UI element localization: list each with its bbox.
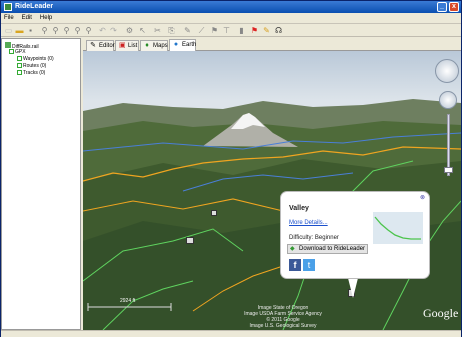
earth-view[interactable]: 2924 ft Image State of Oregon Image USDA…: [83, 51, 461, 330]
pencil-icon[interactable]: ✎: [183, 26, 192, 35]
list-icon: ▣: [119, 42, 126, 49]
tab-maps[interactable]: ♦ Maps: [140, 40, 168, 51]
zoom-slider-thumb[interactable]: [444, 167, 453, 173]
menu-file[interactable]: File: [1, 13, 17, 24]
red-flag-icon[interactable]: ⚑: [250, 26, 259, 35]
title-bar: RideLeader _ x: [1, 1, 461, 13]
attribution-line: Image U.S. Geological Survey: [249, 323, 317, 329]
tree-waypoints[interactable]: Waypoints (0): [17, 56, 54, 63]
more-details-link[interactable]: More Details...: [289, 220, 328, 226]
main-panel: ✎ Editor ▣ List ♦ Maps ● Earth 2924 ft I…: [83, 38, 461, 330]
tree-tracks[interactable]: Tracks (0): [17, 70, 45, 77]
pointer-icon[interactable]: ↖: [138, 26, 147, 35]
copy-icon[interactable]: ⎘: [167, 26, 176, 35]
redo-icon[interactable]: ↷: [109, 26, 118, 35]
tree-gpx[interactable]: GPX: [9, 49, 26, 56]
elevation-profile: [373, 212, 423, 244]
route-icon[interactable]: ⟋: [197, 26, 206, 35]
globe-icon: ●: [173, 41, 179, 48]
zoom-area-icon[interactable]: ⚲: [73, 26, 82, 35]
flag-icon[interactable]: ⚑: [210, 26, 219, 35]
window-title: RideLeader: [15, 3, 54, 10]
edit-icon[interactable]: ✎: [262, 26, 271, 35]
app-window: RideLeader _ x File Edit Help ▭ ▬ ▪ ⚲ ⚲ …: [0, 0, 462, 337]
toolbar: ▭ ▬ ▪ ⚲ ⚲ ⚲ ⚲ ⚲ ↶ ↷ ⚙ ↖ ✂ ⎘ ✎ ⟋ ⚑ ⊤ ▮ ⚑ …: [1, 24, 461, 37]
zoom-out-icon[interactable]: ⚲: [51, 26, 60, 35]
minimize-button[interactable]: _: [437, 2, 447, 12]
gear-icon[interactable]: ⚙: [125, 26, 134, 35]
pin-icon[interactable]: ⊤: [222, 26, 231, 35]
open-icon[interactable]: ▬: [15, 26, 24, 35]
tab-bar: ✎ Editor ▣ List ♦ Maps ● Earth: [83, 38, 461, 51]
tab-list[interactable]: ▣ List: [115, 40, 139, 51]
waypoint-marker[interactable]: [186, 237, 194, 244]
status-bar: [1, 330, 461, 337]
close-button[interactable]: x: [449, 2, 459, 12]
popup-tail: [348, 278, 358, 298]
download-button[interactable]: ◆ Download to RideLeader: [287, 244, 368, 254]
app-icon: [4, 3, 12, 11]
scale-label: 2924 ft: [120, 298, 136, 304]
zoom-in-icon[interactable]: ⚲: [40, 26, 49, 35]
google-logo: Google: [423, 306, 459, 320]
menu-help[interactable]: Help: [37, 13, 55, 24]
gem-icon: ◆: [290, 246, 295, 252]
waypoint-marker[interactable]: [211, 210, 217, 216]
zoom-fit-icon[interactable]: ⚲: [62, 26, 71, 35]
file-tree-panel: DiffRails.rail GPX Waypoints (0) Routes …: [1, 38, 81, 330]
facebook-icon[interactable]: f: [289, 259, 301, 271]
navigation-control[interactable]: [435, 59, 459, 83]
move-control[interactable]: [439, 91, 457, 109]
delete-icon[interactable]: ▮: [237, 26, 246, 35]
twitter-icon[interactable]: t: [303, 259, 315, 271]
save-icon[interactable]: ▪: [26, 26, 35, 35]
tab-editor[interactable]: ✎ Editor: [86, 40, 115, 51]
menu-bar: File Edit Help: [1, 13, 461, 24]
zoom-prev-icon[interactable]: ⚲: [84, 26, 93, 35]
difficulty-label: Difficulty: Beginner: [289, 235, 339, 241]
cut-icon[interactable]: ✂: [153, 26, 162, 35]
headphones-icon[interactable]: ☊: [274, 26, 283, 35]
new-icon[interactable]: ▭: [4, 26, 13, 35]
tab-earth[interactable]: ● Earth: [169, 39, 196, 51]
undo-icon[interactable]: ↶: [98, 26, 107, 35]
tree-routes[interactable]: Routes (0): [17, 63, 46, 70]
pencil-icon: ✎: [90, 42, 96, 49]
menu-edit[interactable]: Edit: [19, 13, 35, 24]
map-pin-icon: ♦: [145, 42, 149, 49]
popup-title: Valley: [289, 205, 309, 212]
close-icon[interactable]: ⊗: [420, 194, 425, 201]
info-popup: ⊗ Valley More Details... Difficulty: Beg…: [280, 191, 430, 279]
